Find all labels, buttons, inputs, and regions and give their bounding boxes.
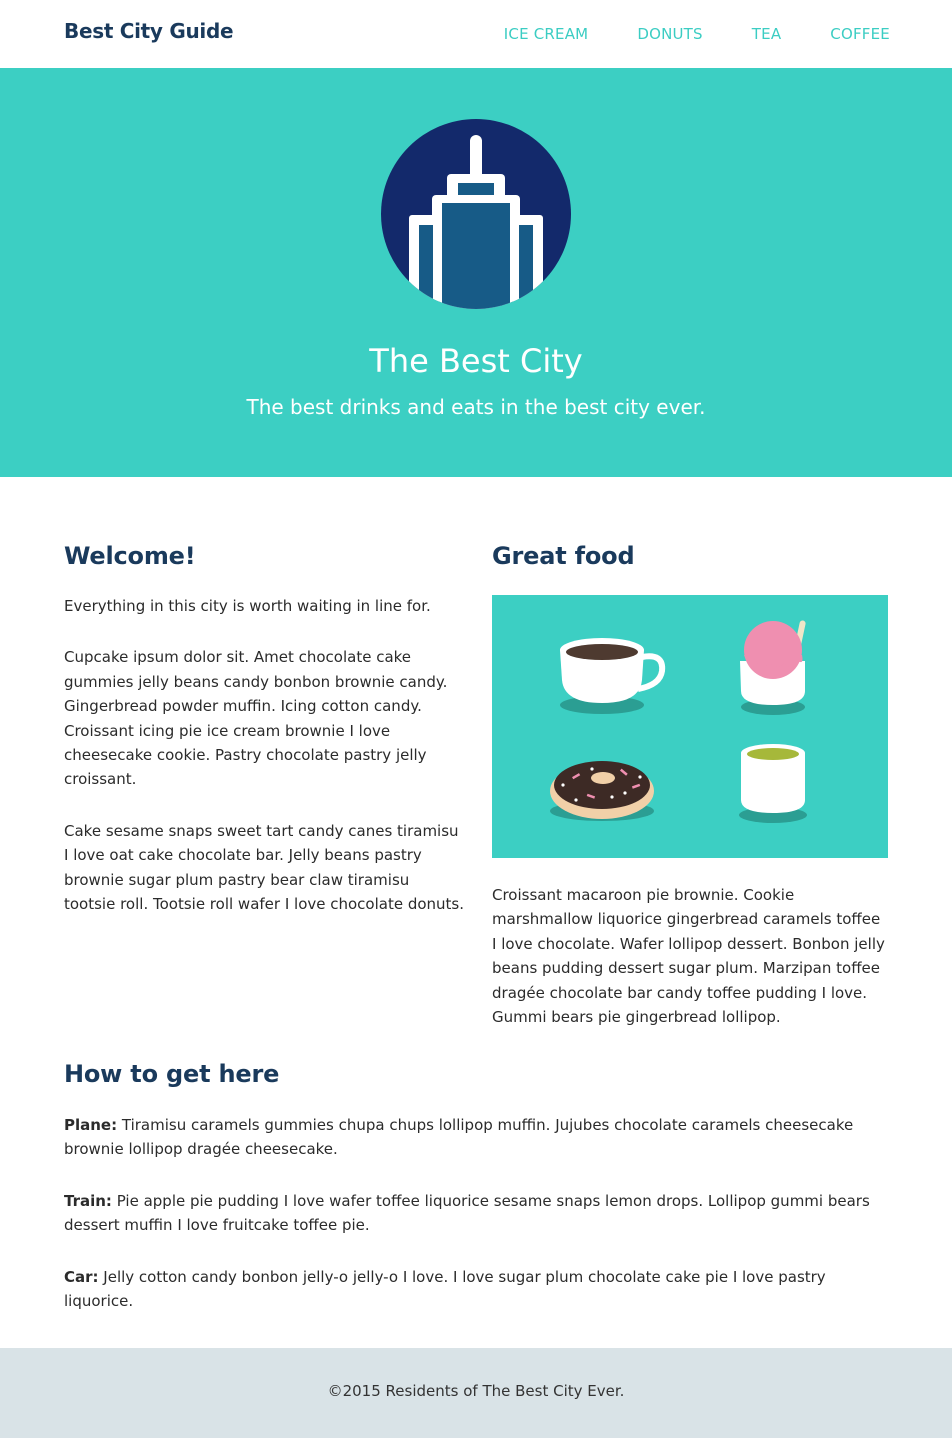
directions-heading: How to get here [64,1060,280,1088]
plane-text: Tiramisu caramels gummies chupa chups lo… [64,1116,854,1159]
train-label: Train: [64,1191,112,1210]
directions-section: How to get here Plane: Tiramisu caramels… [64,1058,894,1313]
welcome-paragraph-1: Everything in this city is worth waiting… [64,597,431,615]
tea-cup-icon [739,744,807,823]
nav-link-coffee[interactable]: COFFEE [830,25,890,43]
nav-link-tea[interactable]: TEA [752,25,782,43]
ice-cream-icon [740,620,806,715]
site-brand[interactable]: Best City Guide [64,19,234,43]
site-header: Best City Guide ICE CREAM DONUTS TEA COF… [0,0,952,68]
hero-title: The Best City [369,342,583,380]
directions-car: Car: Jelly cotton candy bonbon jelly-o j… [64,1265,894,1314]
welcome-section: Welcome! Everything in this city is wort… [64,540,464,916]
donut-icon [550,761,654,821]
food-heading: Great food [492,542,635,570]
food-paragraph: Croissant macaroon pie brownie. Cookie m… [492,886,885,1027]
car-text: Jelly cotton candy bonbon jelly-o jelly-… [64,1267,826,1311]
hero-subtitle: The best drinks and eats in the best cit… [246,395,706,419]
train-text: Pie apple pie pudding I love wafer toffe… [64,1191,870,1235]
plane-label: Plane: [64,1116,118,1134]
welcome-heading: Welcome! [64,542,196,570]
directions-plane: Plane: Tiramisu caramels gummies chupa c… [64,1113,894,1162]
skyscraper-icon [381,119,571,309]
site-footer: ©2015 Residents of The Best City Ever. [0,1348,952,1438]
nav-link-donuts[interactable]: DONUTS [637,25,702,43]
hero-banner: The Best City The best drinks and eats i… [0,68,952,477]
car-label: Car: [64,1267,99,1286]
welcome-paragraph-2: Cupcake ipsum dolor sit. Amet chocolate … [64,648,448,789]
directions-train: Train: Pie apple pie pudding I love wafe… [64,1189,894,1238]
nav-link-ice-cream[interactable]: ICE CREAM [504,25,589,43]
footer-copyright: ©2015 Residents of The Best City Ever. [327,1382,625,1400]
food-section: Great food Croissant macaroon pie browni… [492,540,888,1026]
welcome-paragraph-3: Cake sesame snaps sweet tart candy canes… [64,821,465,914]
food-illustration [492,595,888,858]
main-nav: ICE CREAM DONUTS TEA COFFEE [455,25,890,43]
